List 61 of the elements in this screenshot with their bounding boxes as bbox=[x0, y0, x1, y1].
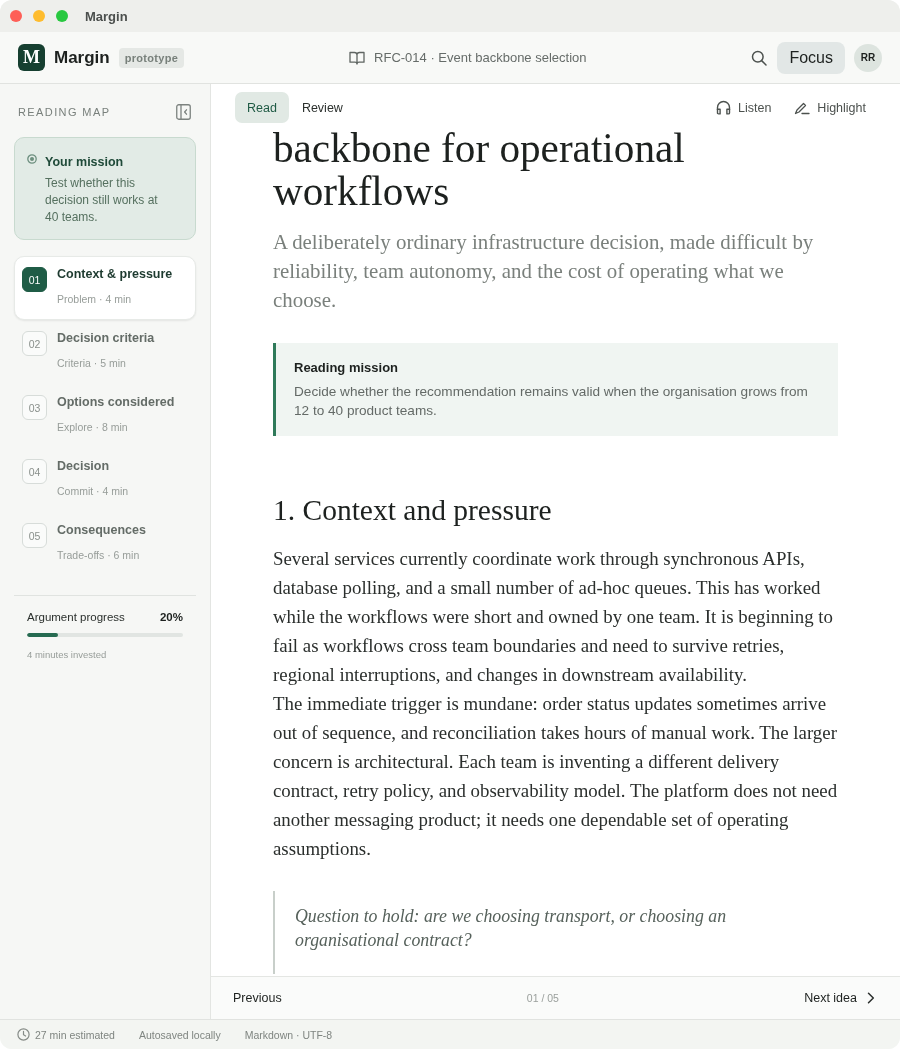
body-paragraph: Several services currently coordinate work through synchronous APIs, database polling, and a small number of ad-hoc queues. This has worked while the workflows were short and owned by one team. It is beginning to fail as workflows cross team boundaries and need to survive retries, regional interruptions, and changes in downstream availability. bbox=[273, 546, 834, 687]
step-item[interactable]: 03 Options considered Explore · 8 min bbox=[14, 384, 196, 448]
mission-text: Test whether this decision still works at 40 teams. bbox=[45, 175, 159, 226]
body-paragraph: The immediate trigger is mundane: order status updates sometimes arrive out of sequence, and reconciliation takes hours of manual work. The larger concern is architectural. Each team is inventing a different delivery contract, retry policy, and observability model. The platform does not need another messaging product; it needs one dependable set of operating assumptions. bbox=[273, 691, 838, 861]
pen-icon[interactable] bbox=[794, 100, 811, 115]
step-title: Consequences bbox=[57, 522, 146, 538]
step-item[interactable]: 02 Decision criteria Criteria · 5 min bbox=[14, 320, 196, 384]
step-number: 05 bbox=[22, 523, 47, 548]
step-title: Decision criteria bbox=[57, 330, 155, 346]
next-button[interactable]: Next idea bbox=[804, 991, 875, 1005]
status-text: Autosaved locally bbox=[138, 1028, 221, 1041]
avatar[interactable]: RR bbox=[854, 43, 882, 72]
headphones-icon[interactable] bbox=[716, 100, 731, 115]
step-meta: Criteria · 5 min bbox=[57, 356, 127, 370]
article-title: backbone for operational workflows bbox=[273, 131, 686, 213]
toolbar-action-button[interactable]: Listen bbox=[738, 100, 772, 115]
step-meta: Trade-offs · 6 min bbox=[57, 548, 141, 562]
step-title: Decision bbox=[57, 458, 111, 474]
search-icon[interactable] bbox=[751, 49, 768, 66]
step-number: 04 bbox=[22, 459, 47, 484]
chevron-right-icon bbox=[867, 992, 875, 1004]
step-item[interactable]: 01 Context & pressure Problem · 4 min bbox=[14, 256, 196, 320]
progress-note: 4 minutes invested bbox=[27, 649, 108, 661]
step-number: 02 bbox=[22, 331, 47, 356]
step-title: Context & pressure bbox=[57, 266, 173, 282]
step-title: Options considered bbox=[57, 394, 175, 410]
window-title: Margin bbox=[85, 8, 128, 24]
view-tab[interactable]: Read bbox=[235, 92, 289, 123]
pull-quote: Question to hold: are we choosing transport, or choosing an organisational contract? bbox=[273, 890, 775, 974]
zoom-window-icon[interactable] bbox=[56, 10, 68, 22]
app-name: Margin bbox=[54, 47, 110, 68]
focus-button[interactable]: Focus bbox=[777, 41, 845, 74]
status-text: Markdown · UTF-8 bbox=[244, 1028, 333, 1041]
logo-mark: M bbox=[18, 44, 45, 71]
sidebar-heading: READING MAP bbox=[18, 106, 111, 118]
status-text: 27 min estimated bbox=[35, 1028, 115, 1041]
progress-label: Argument progress bbox=[27, 610, 125, 624]
progress-value: 20% bbox=[159, 610, 183, 624]
previous-button[interactable]: Previous bbox=[233, 991, 282, 1005]
step-item[interactable]: 04 Decision Commit · 4 min bbox=[14, 448, 196, 512]
step-meta: Explore · 8 min bbox=[57, 420, 129, 434]
view-tab[interactable]: Review bbox=[289, 92, 355, 123]
close-window-icon[interactable] bbox=[10, 10, 22, 22]
section-heading: 1. Context and pressure bbox=[273, 492, 553, 527]
sidebar-toggle-icon[interactable] bbox=[176, 104, 191, 120]
clock-icon bbox=[17, 1028, 30, 1041]
callout-text: Decide whether the recommendation remains valid when the organisation grows from 12 to 40 product teams. bbox=[294, 382, 809, 420]
mission-title: Your mission bbox=[45, 154, 125, 170]
step-item[interactable]: 05 Consequences Trade-offs · 6 min bbox=[14, 512, 196, 576]
step-number: 03 bbox=[22, 395, 47, 420]
target-icon bbox=[27, 154, 37, 164]
step-meta: Commit · 4 min bbox=[57, 484, 129, 498]
prototype-badge: prototype bbox=[118, 47, 185, 68]
document-title: RFC-014 · Event backbone selection bbox=[374, 50, 587, 65]
page-position: 01 / 05 bbox=[526, 992, 559, 1004]
toolbar-action-button[interactable]: Highlight bbox=[817, 100, 866, 115]
callout-title: Reading mission bbox=[294, 359, 400, 376]
book-icon bbox=[349, 50, 366, 65]
step-number: 01 bbox=[22, 267, 47, 292]
step-meta: Problem · 4 min bbox=[57, 292, 133, 306]
article-subtitle: A deliberately ordinary infrastructure decision, made difficult by reliability, team autonomy, and the cost of operating what we choose. bbox=[273, 228, 815, 314]
